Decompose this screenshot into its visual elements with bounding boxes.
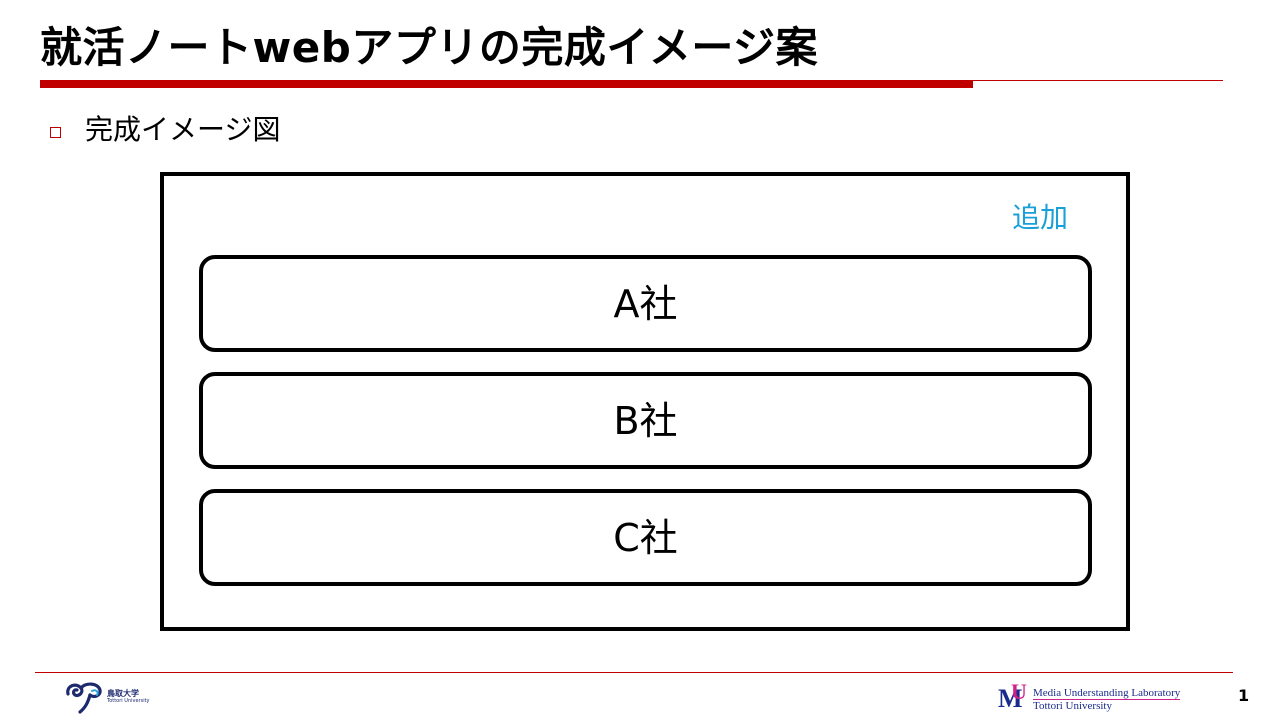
company-card-c[interactable]: C社	[199, 489, 1092, 586]
company-card-b[interactable]: B社	[199, 372, 1092, 469]
page-number: 1	[1238, 686, 1250, 705]
company-card-label: B社	[613, 398, 678, 443]
tottori-university-logo: 鳥取大学 Tottori University	[64, 678, 150, 716]
mu-lab-logo-icon: M U	[998, 679, 1032, 715]
lab-name-block: Media Understanding Laboratory Tottori U…	[1033, 686, 1181, 712]
university-name-en: Tottori University	[107, 698, 150, 704]
hollow-square-bullet-icon	[50, 126, 61, 138]
title-underline-thick	[40, 80, 973, 88]
company-card-a[interactable]: A社	[199, 255, 1092, 352]
app-mockup-frame: 追加 A社 B社 C社	[160, 172, 1130, 631]
tottori-university-logo-icon	[64, 680, 104, 714]
add-company-button[interactable]: 追加	[1012, 200, 1068, 236]
title-underline-thin	[973, 80, 1223, 81]
university-name-block: 鳥取大学 Tottori University	[107, 690, 150, 704]
lab-mark-u: U	[1011, 679, 1027, 704]
media-understanding-lab-logo: M U Media Understanding Laboratory Totto…	[998, 679, 1181, 715]
company-card-label: C社	[613, 515, 678, 560]
footer-divider	[35, 672, 1233, 673]
lab-university: Tottori University	[1033, 699, 1112, 712]
lab-name: Media Understanding Laboratory	[1033, 686, 1181, 700]
company-card-label: A社	[613, 281, 678, 326]
university-name-jp: 鳥取大学	[107, 689, 139, 698]
slide-title: 就活ノートwebアプリの完成イメージ案	[40, 23, 819, 72]
bullet-item: 完成イメージ図	[50, 112, 280, 148]
bullet-text: 完成イメージ図	[85, 113, 281, 146]
